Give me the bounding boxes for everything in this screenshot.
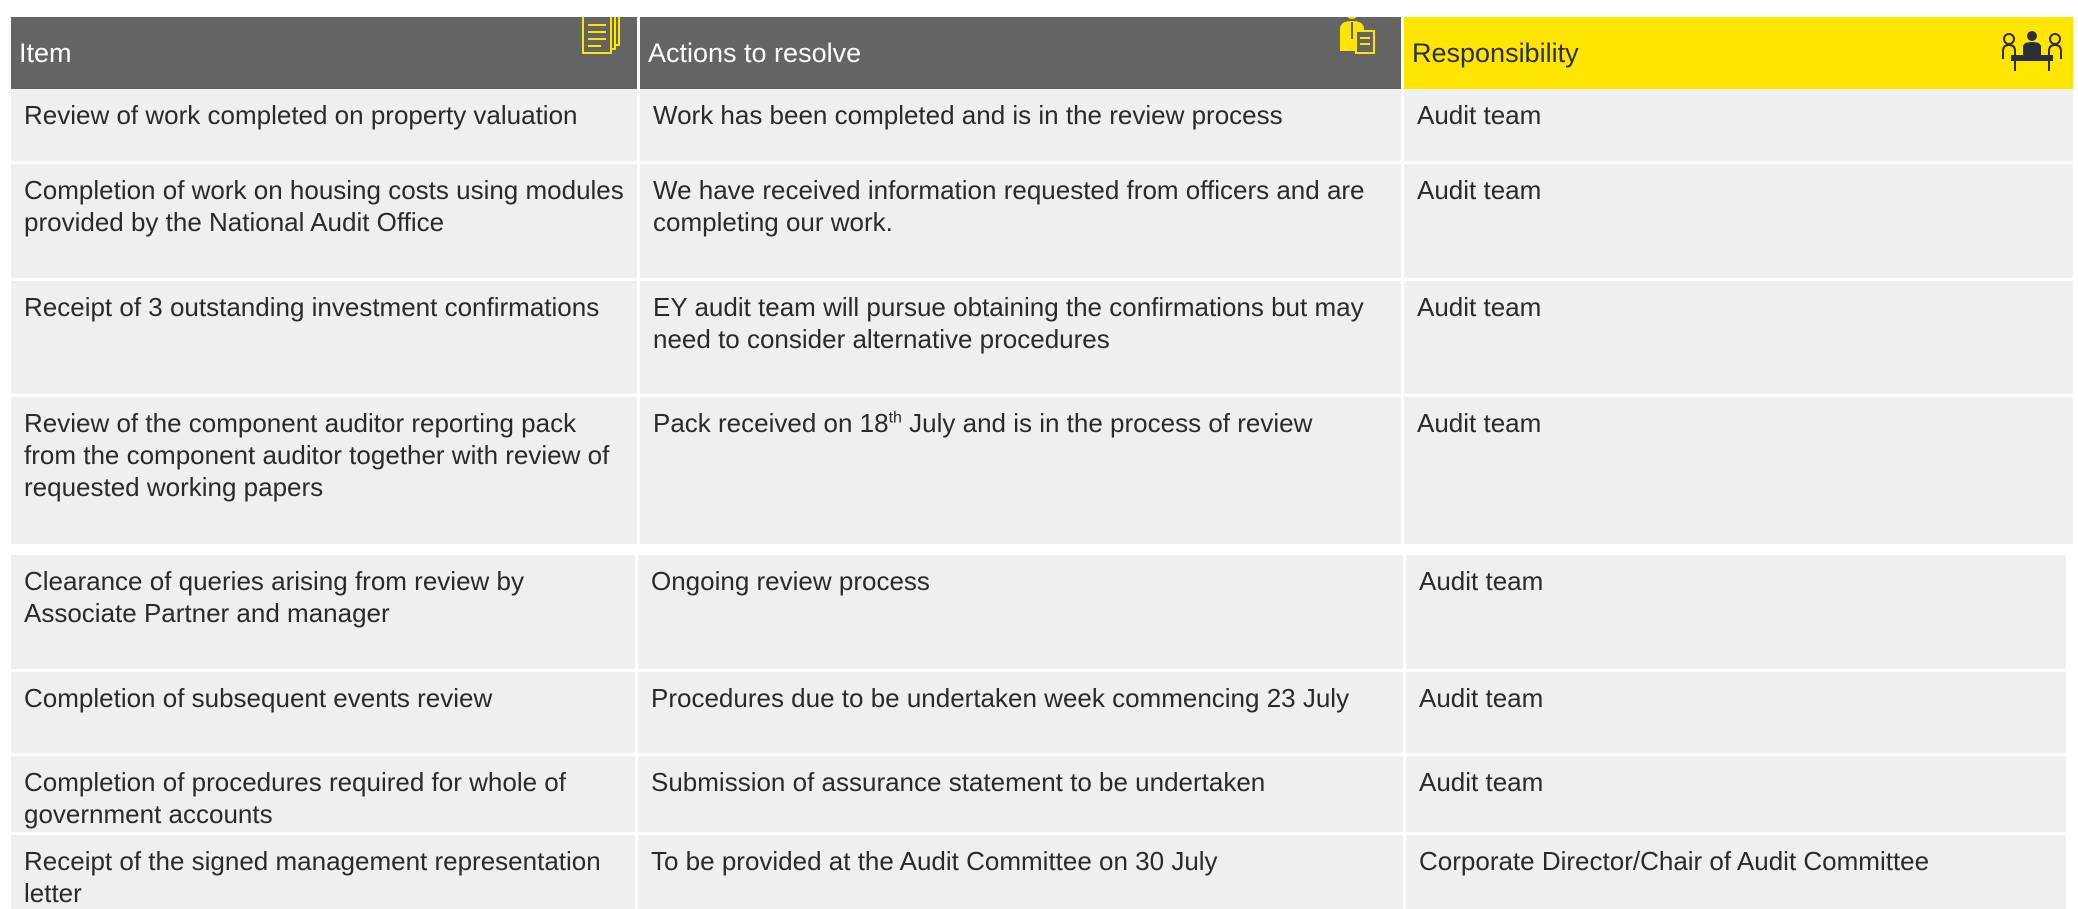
action-cell: Work has been completed and is in the re… xyxy=(640,89,1404,164)
item-cell: Review of the component auditor reportin… xyxy=(11,397,640,547)
item-cell: Completion of work on housing costs usin… xyxy=(11,164,640,281)
meeting-group-icon xyxy=(2002,31,2062,71)
header-item: Item xyxy=(11,17,640,89)
header-actions: Actions to resolve xyxy=(640,17,1404,89)
actions-table-bottom: Clearance of queries arising from review… xyxy=(11,555,2066,909)
item-cell: Review of work completed on property val… xyxy=(11,89,640,164)
documents-icon xyxy=(582,17,620,54)
action-text: Pack received on 18 xyxy=(653,408,889,438)
actions-table-top: Item Actions to resolve Responsibility R… xyxy=(11,17,2073,547)
responsibility-cell: Audit team xyxy=(1404,164,2073,281)
action-cell: Pack received on 18th July and is in the… xyxy=(640,397,1404,547)
header-responsibility-label: Responsibility xyxy=(1412,38,1579,68)
header-responsibility: Responsibility xyxy=(1404,17,2073,89)
person-with-document-icon xyxy=(1340,17,1375,54)
item-cell: Receipt of the signed management represe… xyxy=(11,835,638,909)
action-cell: Procedures due to be undertaken week com… xyxy=(638,672,1406,756)
table-row: Review of work completed on property val… xyxy=(11,89,2073,164)
action-cell: Ongoing review process xyxy=(638,555,1406,672)
responsibility-cell: Corporate Director/Chair of Audit Commit… xyxy=(1406,835,2066,909)
table-row: Review of the component auditor reportin… xyxy=(11,397,2073,547)
header-actions-label: Actions to resolve xyxy=(648,38,862,68)
item-cell: Completion of subsequent events review xyxy=(11,672,638,756)
item-cell: Completion of procedures required for wh… xyxy=(11,756,638,835)
table-row: Completion of work on housing costs usin… xyxy=(11,164,2073,281)
action-cell: EY audit team will pursue obtaining the … xyxy=(640,281,1404,397)
responsibility-cell: Audit team xyxy=(1406,756,2066,835)
responsibility-cell: Audit team xyxy=(1404,281,2073,397)
action-cell: We have received information requested f… xyxy=(640,164,1404,281)
table-row: Completion of subsequent events review P… xyxy=(11,672,2066,756)
header-item-label: Item xyxy=(19,38,72,68)
table-row: Clearance of queries arising from review… xyxy=(11,555,2066,672)
action-cell: Submission of assurance statement to be … xyxy=(638,756,1406,835)
item-cell: Clearance of queries arising from review… xyxy=(11,555,638,672)
item-cell: Receipt of 3 outstanding investment conf… xyxy=(11,281,640,397)
table-row: Completion of procedures required for wh… xyxy=(11,756,2066,835)
table-header-row: Item Actions to resolve Responsibility xyxy=(11,17,2073,89)
table-row: Receipt of 3 outstanding investment conf… xyxy=(11,281,2073,397)
action-text-rest: July and is in the process of review xyxy=(901,408,1313,438)
action-cell: To be provided at the Audit Committee on… xyxy=(638,835,1406,909)
table-row: Receipt of the signed management represe… xyxy=(11,835,2066,909)
responsibility-cell: Audit team xyxy=(1404,89,2073,164)
ordinal-suffix: th xyxy=(888,409,902,427)
responsibility-cell: Audit team xyxy=(1406,672,2066,756)
responsibility-cell: Audit team xyxy=(1406,555,2066,672)
responsibility-cell: Audit team xyxy=(1404,397,2073,547)
